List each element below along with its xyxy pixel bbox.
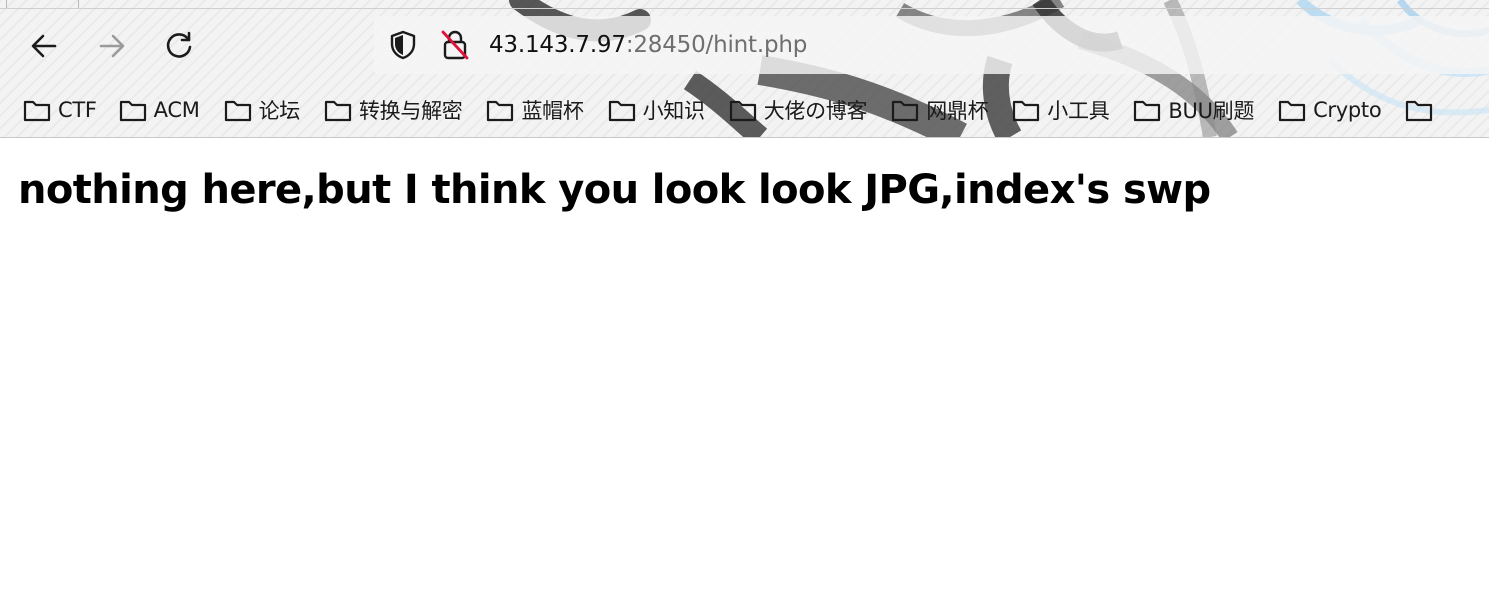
url-path: :28450/hint.php xyxy=(625,32,808,58)
shield-icon[interactable] xyxy=(388,30,418,60)
insecure-lock-icon[interactable] xyxy=(440,29,470,61)
url-host: 43.143.7.97 xyxy=(489,32,626,58)
arrow-right-icon xyxy=(99,34,125,58)
folder-icon xyxy=(1134,100,1161,122)
folder-icon xyxy=(119,100,146,122)
bookmark-label: ACM xyxy=(153,98,200,122)
browser-toolbar: 43.143.7.97:28450/hint.php CTF ACM 论坛 转换… xyxy=(0,0,1489,138)
reload-button[interactable] xyxy=(157,24,201,68)
bookmark-label: 网鼎杯 xyxy=(926,99,989,123)
page-heading: nothing here,but I think you look look J… xyxy=(18,167,1211,213)
folder-icon xyxy=(892,100,919,122)
back-button[interactable] xyxy=(22,24,66,68)
bookmark-folder-bluehat[interactable]: 蓝帽杯 xyxy=(486,92,589,128)
url-text[interactable]: 43.143.7.97:28450/hint.php xyxy=(489,30,807,60)
folder-icon xyxy=(1406,100,1433,122)
page-content: nothing here,but I think you look look J… xyxy=(0,138,1489,596)
folder-icon xyxy=(224,100,251,122)
bookmark-label: BUU刷题 xyxy=(1168,99,1255,123)
bookmark-label: Crypto xyxy=(1313,98,1382,122)
bookmark-folder-crypto[interactable]: Crypto xyxy=(1278,92,1387,128)
bookmark-label: 大佬の博客 xyxy=(763,99,868,123)
bookmark-folder-buu[interactable]: BUU刷题 xyxy=(1133,92,1260,128)
bookmark-label: CTF xyxy=(58,98,97,122)
bookmark-folder-acm[interactable]: ACM xyxy=(119,92,206,128)
bookmark-folder-tools[interactable]: 小工具 xyxy=(1012,92,1115,128)
bookmark-folder-forum[interactable]: 论坛 xyxy=(224,92,306,128)
folder-icon xyxy=(608,100,635,122)
bookmark-folder-convert-decrypt[interactable]: 转换与解密 xyxy=(324,92,469,128)
bookmark-label: 转换与解密 xyxy=(358,99,463,123)
folder-icon xyxy=(1013,100,1040,122)
address-bar[interactable]: 43.143.7.97:28450/hint.php xyxy=(374,16,1489,74)
reload-icon xyxy=(166,31,192,58)
tab-divider xyxy=(78,0,79,8)
folder-icon xyxy=(729,100,756,122)
bookmark-label: 蓝帽杯 xyxy=(521,99,584,123)
bookmark-folder-overflow[interactable] xyxy=(1405,92,1446,128)
bookmark-label: 小工具 xyxy=(1047,99,1110,123)
bookmark-folder-ctf[interactable]: CTF xyxy=(23,92,103,128)
bookmark-folder-wangding[interactable]: 网鼎杯 xyxy=(891,92,994,128)
tab-strip xyxy=(0,0,1489,9)
folder-icon xyxy=(487,100,514,122)
forward-button[interactable] xyxy=(90,24,134,68)
arrow-left-icon xyxy=(31,34,57,58)
bookmark-folder-tips[interactable]: 小知识 xyxy=(608,92,711,128)
folder-icon xyxy=(1278,100,1306,122)
bookmark-label: 小知识 xyxy=(642,99,705,123)
bookmarks-toolbar: CTF ACM 论坛 转换与解密 蓝帽杯 小知识 大佬の博客 网鼎杯 小工具 B… xyxy=(0,88,1489,132)
folder-icon xyxy=(324,100,352,122)
folder-icon xyxy=(23,100,51,122)
tab-divider xyxy=(6,0,7,8)
bookmark-label: 论坛 xyxy=(258,99,301,123)
bookmark-folder-blogs[interactable]: 大佬の博客 xyxy=(729,92,874,128)
